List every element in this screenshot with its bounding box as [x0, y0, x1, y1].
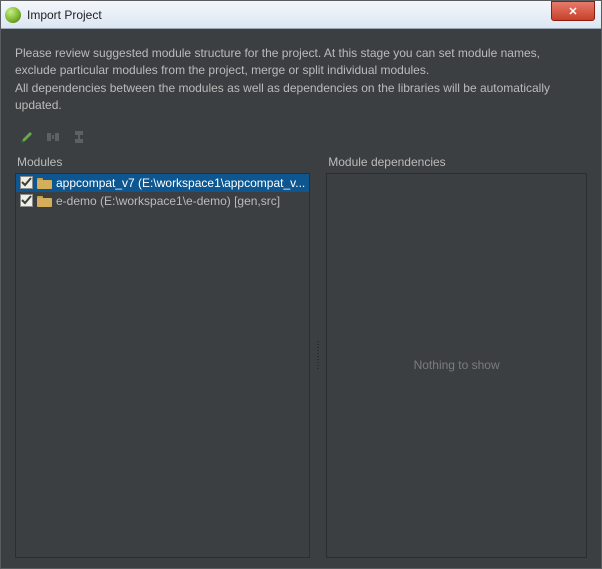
instructions-line: All dependencies between the modules as … — [15, 80, 587, 115]
module-checkbox[interactable] — [20, 194, 33, 207]
check-icon — [21, 177, 32, 188]
panel-splitter[interactable] — [316, 155, 320, 558]
dependencies-list-box: Nothing to show — [326, 173, 587, 558]
modules-panel-title: Modules — [15, 155, 310, 169]
merge-module-button[interactable] — [71, 129, 87, 145]
dependencies-panel-title: Module dependencies — [326, 155, 587, 169]
dependencies-panel: Module dependencies Nothing to show — [326, 155, 587, 558]
split-module-button[interactable] — [45, 129, 61, 145]
merge-icon — [72, 130, 86, 144]
close-icon: ✕ — [568, 5, 577, 18]
close-button[interactable]: ✕ — [551, 1, 595, 21]
module-toolbar — [19, 129, 587, 145]
split-icon — [46, 130, 60, 144]
modules-list-box: appcompat_v7 (E:\workspace1\appcompat_v.… — [15, 173, 310, 558]
instructions-text: Please review suggested module structure… — [15, 45, 587, 115]
dependencies-empty-state: Nothing to show — [327, 174, 586, 557]
empty-state-text: Nothing to show — [414, 358, 500, 372]
folder-icon — [37, 195, 52, 207]
folder-icon — [37, 177, 52, 189]
instructions-line: Please review suggested module structure… — [15, 45, 587, 62]
module-label: e-demo (E:\workspace1\e-demo) [gen,src] — [56, 194, 280, 208]
modules-panel: Modules appcompat_v7 (E:\workspace1\appc… — [15, 155, 310, 558]
rename-module-button[interactable] — [19, 129, 35, 145]
dialog-body: Please review suggested module structure… — [1, 29, 601, 568]
titlebar[interactable]: Import Project ✕ — [1, 1, 601, 29]
module-item[interactable]: e-demo (E:\workspace1\e-demo) [gen,src] — [16, 192, 309, 210]
check-icon — [21, 195, 32, 206]
window-title: Import Project — [27, 8, 597, 22]
panels-container: Modules appcompat_v7 (E:\workspace1\appc… — [15, 155, 587, 558]
instructions-line: exclude particular modules from the proj… — [15, 62, 587, 79]
import-project-window: Import Project ✕ Please review suggested… — [0, 0, 602, 569]
modules-list[interactable]: appcompat_v7 (E:\workspace1\appcompat_v.… — [16, 174, 309, 210]
module-label: appcompat_v7 (E:\workspace1\appcompat_v.… — [56, 176, 305, 190]
module-checkbox[interactable] — [20, 176, 33, 189]
pencil-icon — [20, 130, 34, 144]
app-icon — [5, 7, 21, 23]
module-item[interactable]: appcompat_v7 (E:\workspace1\appcompat_v.… — [16, 174, 309, 192]
